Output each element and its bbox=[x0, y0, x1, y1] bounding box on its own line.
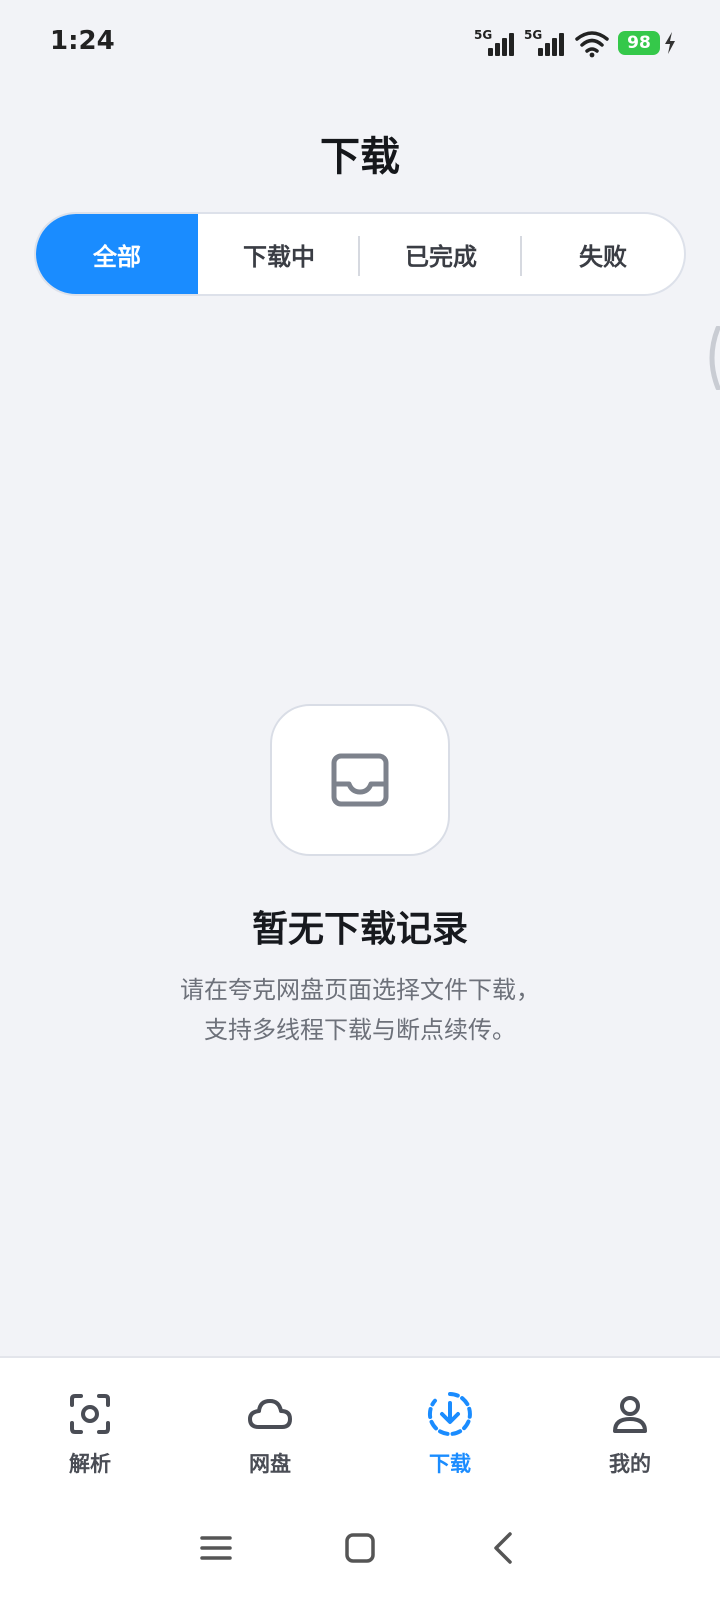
back-icon[interactable] bbox=[482, 1526, 526, 1570]
empty-state-title: 暂无下载记录 bbox=[251, 909, 468, 950]
status-bar: 1:24 5G 5G 98 bbox=[0, 0, 720, 88]
system-navigation-bar bbox=[0, 1496, 720, 1600]
wifi-icon bbox=[575, 31, 609, 58]
cellular-signal-icon: 5G bbox=[474, 28, 516, 58]
nav-label: 网盘 bbox=[249, 1452, 291, 1476]
empty-state-desc-line1: 请在夸克网盘页面选择文件下载， bbox=[180, 976, 540, 1004]
download-icon bbox=[427, 1392, 472, 1436]
battery-indicator: 98 bbox=[618, 31, 676, 55]
tab-failed[interactable]: 失败 bbox=[522, 214, 684, 294]
empty-state-desc-line2: 支持多线程下载与断点续传。 bbox=[204, 1016, 516, 1044]
side-panel-handle[interactable] bbox=[702, 326, 720, 390]
scan-icon bbox=[70, 1394, 110, 1434]
home-icon[interactable] bbox=[338, 1526, 382, 1570]
nav-item-download[interactable]: 下载 bbox=[360, 1358, 540, 1496]
inbox-icon bbox=[331, 753, 389, 807]
nav-label: 解析 bbox=[69, 1452, 111, 1476]
nav-item-parse[interactable]: 解析 bbox=[0, 1358, 180, 1496]
tab-label: 下载中 bbox=[243, 242, 315, 271]
empty-state-description: 请在夸克网盘页面选择文件下载， 支持多线程下载与断点续传。 bbox=[0, 970, 720, 1050]
tab-label: 已完成 bbox=[405, 242, 477, 271]
page-title: 下载 bbox=[320, 134, 400, 180]
sim1-network-label: 5G bbox=[474, 28, 493, 42]
menu-icon[interactable] bbox=[194, 1526, 238, 1570]
tab-all[interactable]: 全部 bbox=[36, 214, 198, 294]
cellular-signal-icon-2: 5G bbox=[524, 28, 566, 58]
nav-label: 下载 bbox=[429, 1452, 471, 1476]
tab-label: 失败 bbox=[579, 242, 627, 271]
filter-tabs: 全部 下载中 已完成 失败 bbox=[34, 212, 686, 296]
nav-label: 我的 bbox=[609, 1452, 651, 1476]
status-icons: 5G 5G 98 bbox=[474, 26, 676, 60]
cloud-icon bbox=[248, 1399, 292, 1429]
nav-item-cloud[interactable]: 网盘 bbox=[180, 1358, 360, 1496]
nav-item-profile[interactable]: 我的 bbox=[540, 1358, 720, 1496]
battery-level: 98 bbox=[618, 31, 660, 55]
tab-downloading[interactable]: 下载中 bbox=[198, 214, 360, 294]
tab-completed[interactable]: 已完成 bbox=[360, 214, 522, 294]
bottom-navigation: 解析 网盘 下载 我的 bbox=[0, 1356, 720, 1496]
empty-state-card bbox=[270, 704, 450, 856]
charging-icon bbox=[665, 32, 675, 54]
app-screen: 1:24 5G 5G 98 下载 全部 下载中 已完成 失败 暂无下载记录 请在… bbox=[0, 0, 720, 1600]
user-icon bbox=[613, 1396, 647, 1433]
sim2-network-label: 5G bbox=[524, 28, 543, 42]
status-time: 1:24 bbox=[50, 26, 115, 56]
tab-label: 全部 bbox=[93, 242, 141, 271]
